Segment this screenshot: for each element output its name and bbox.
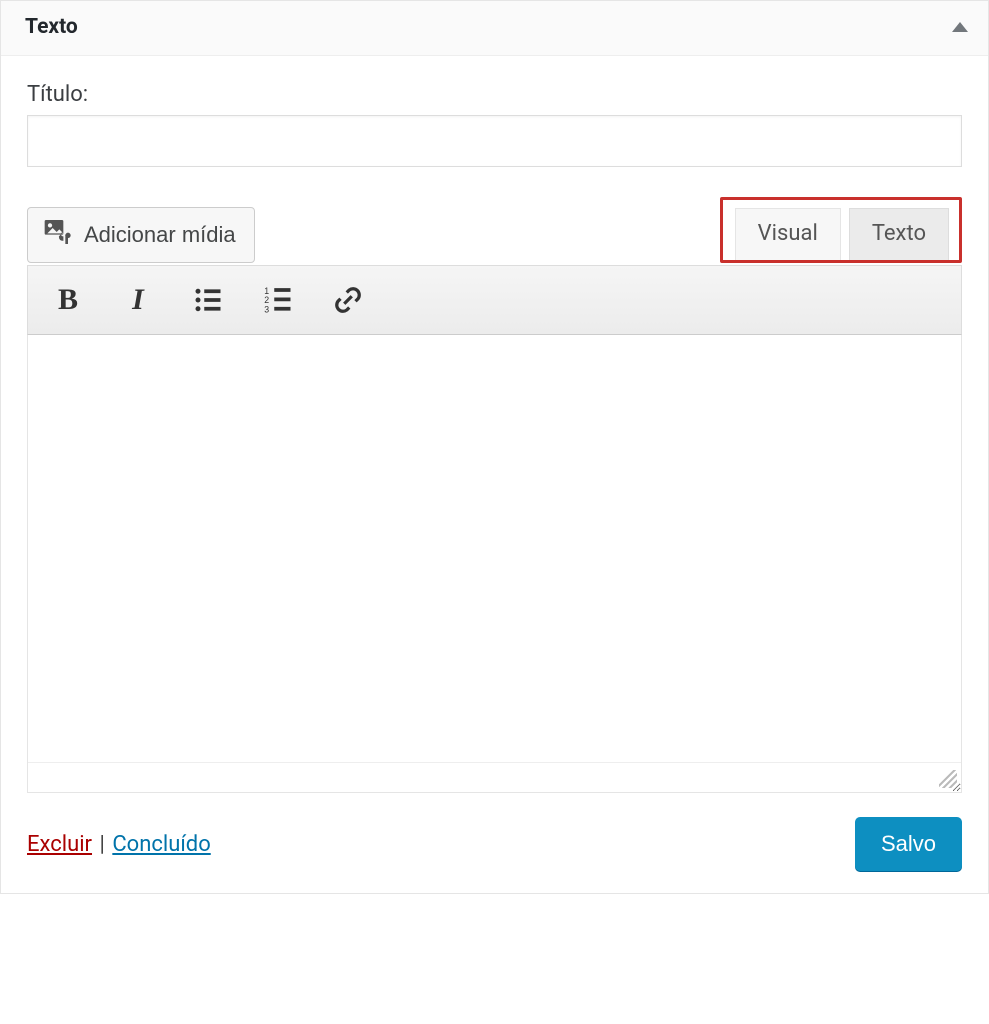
italic-button[interactable]: I (120, 282, 156, 318)
done-link[interactable]: Concluído (112, 832, 210, 857)
numbered-list-button[interactable]: 1 2 3 (260, 282, 296, 318)
widget-title: Texto (25, 15, 78, 39)
link-button[interactable] (330, 282, 366, 318)
bold-icon: B (58, 283, 78, 317)
bullet-list-icon (193, 285, 223, 315)
widget-body: Título: Adicionar mídia (1, 56, 988, 893)
add-media-label: Adicionar mídia (84, 222, 236, 248)
tab-text[interactable]: Texto (849, 208, 949, 260)
bold-button[interactable]: B (50, 282, 86, 318)
delete-link[interactable]: Excluir (27, 832, 92, 857)
widget-header[interactable]: Texto (1, 1, 988, 56)
title-input[interactable] (27, 115, 962, 167)
add-media-button[interactable]: Adicionar mídia (27, 207, 255, 263)
italic-icon: I (132, 283, 144, 317)
bullet-list-button[interactable] (190, 282, 226, 318)
link-separator: | (97, 832, 106, 857)
text-widget-panel: Texto Título: Adicionar mí (0, 0, 989, 894)
editor-statusbar (28, 762, 961, 792)
svg-text:3: 3 (264, 305, 269, 315)
title-label: Título: (27, 82, 962, 107)
resize-handle-icon[interactable] (939, 770, 957, 788)
widget-footer: Excluir | Concluído Salvo (27, 817, 962, 871)
media-tabs-row: Adicionar mídia Visual Texto (27, 197, 962, 263)
editor-tabs-highlight: Visual Texto (720, 197, 962, 263)
media-icon (42, 216, 74, 254)
editor-toolbar: B I 1 2 (27, 265, 962, 335)
footer-links: Excluir | Concluído (27, 832, 211, 857)
collapse-up-icon[interactable] (952, 22, 968, 32)
link-icon (333, 285, 363, 315)
editor-content-area[interactable] (27, 335, 962, 793)
numbered-list-icon: 1 2 3 (263, 285, 293, 315)
tab-visual[interactable]: Visual (735, 208, 841, 260)
save-button[interactable]: Salvo (855, 817, 962, 871)
